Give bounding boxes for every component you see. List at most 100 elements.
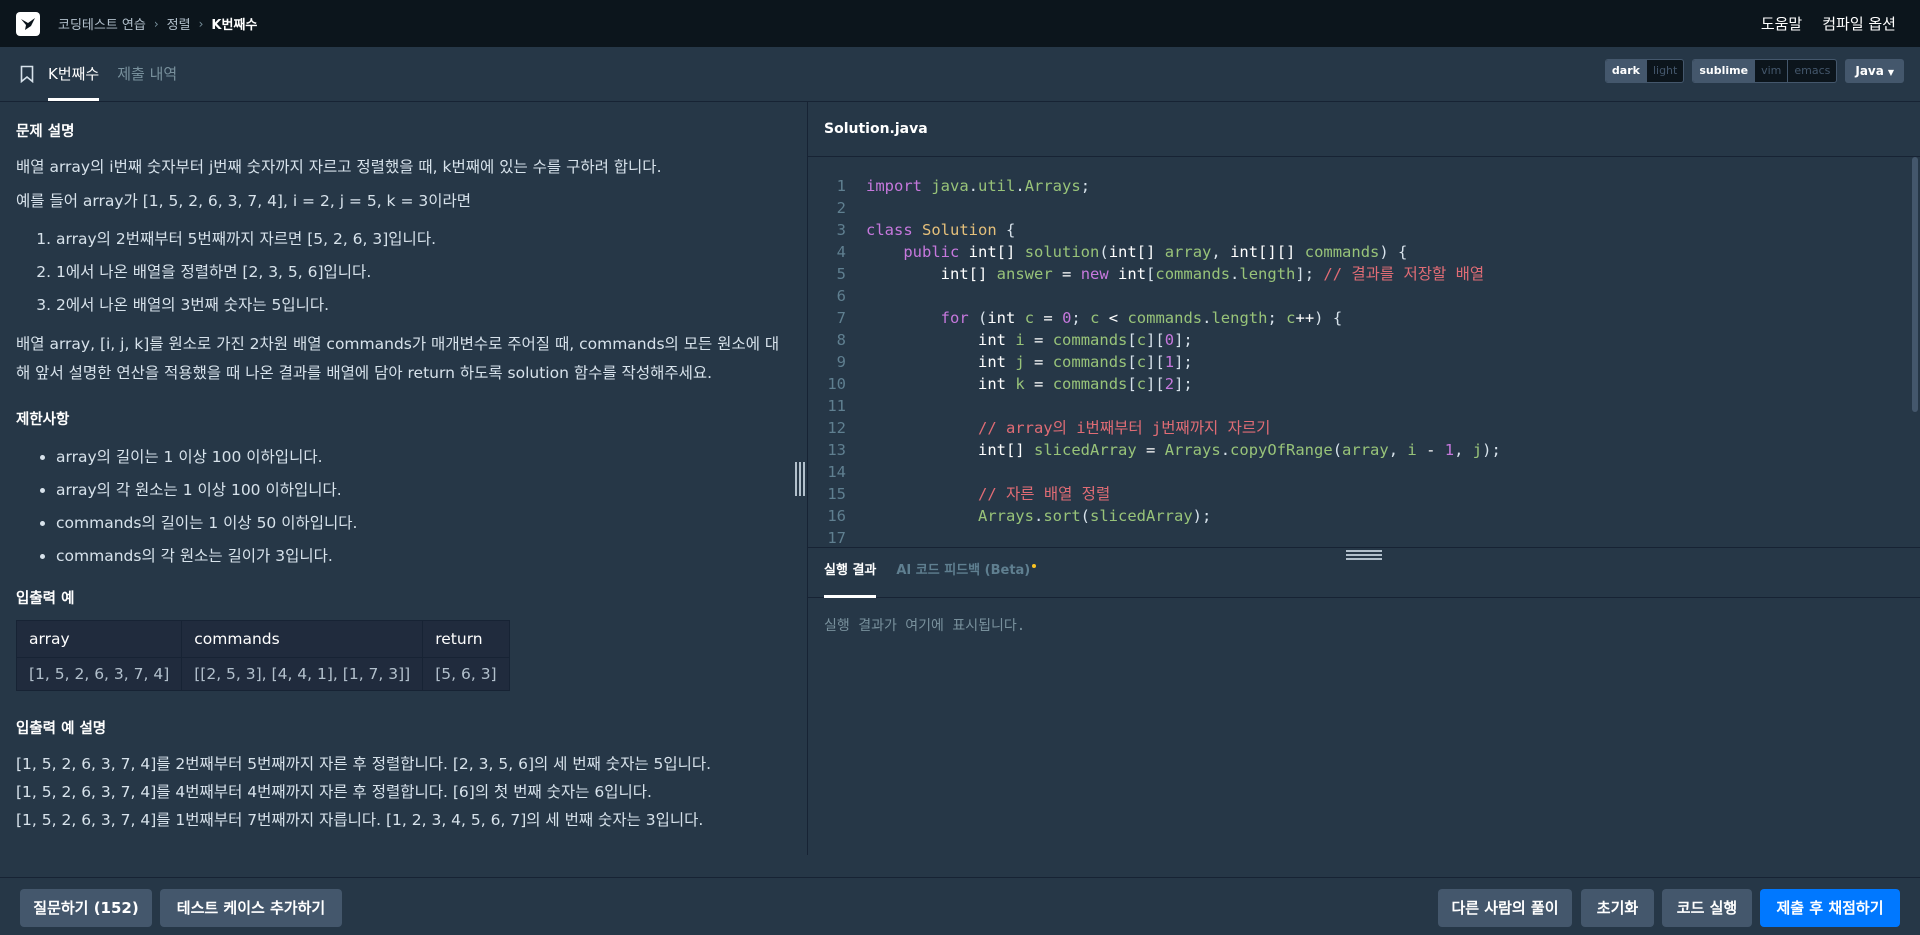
code-line-13: int[] slicedArray = Arrays.copyOfRange(a… <box>977 441 1501 459</box>
description-paragraph: 예를 들어 array가 [1, 5, 2, 6, 3, 7, 4], i = … <box>16 192 472 210</box>
list-item: array의 길이는 1 이상 100 이하입니다. <box>56 441 791 474</box>
tab-ai-feedback[interactable]: AI 코드 피드백 (Beta) <box>896 553 1037 598</box>
section-title-description: 문제 설명 <box>16 124 75 140</box>
section-title-limits: 제한사항 <box>16 412 70 428</box>
run-code-button[interactable]: 코드 실행 <box>1662 889 1752 927</box>
line-number: 13 <box>827 441 846 459</box>
line-number: 16 <box>827 507 846 525</box>
io-description-line: [1, 5, 2, 6, 3, 7, 4]를 4번째부터 4번째까지 자른 후 … <box>16 783 652 801</box>
section-title-io: 입출력 예 <box>16 591 75 607</box>
language-select[interactable]: Java ▼ <box>1845 59 1904 83</box>
list-item: 2에서 나온 배열의 3번째 숫자는 5입니다. <box>56 289 791 322</box>
tab-problem[interactable]: K번째수 <box>48 46 100 101</box>
list-item: array의 2번째부터 5번째까지 자르면 [5, 2, 6, 3]입니다. <box>56 223 791 256</box>
tab-ai-feedback-label: AI 코드 피드백 (Beta) <box>896 563 1031 578</box>
programmers-logo-icon[interactable] <box>16 11 40 36</box>
list-item: 1에서 나온 배열을 정렬하면 [2, 3, 5, 6]입니다. <box>56 256 791 289</box>
line-number: 8 <box>836 331 846 349</box>
keymap-sublime-option[interactable]: sublime <box>1693 60 1756 82</box>
table-cell: [5, 6, 3] <box>422 657 510 691</box>
line-number: 4 <box>836 243 846 261</box>
line-number: 14 <box>827 463 846 481</box>
caret-down-icon: ▼ <box>1887 68 1894 77</box>
editor-divider <box>808 547 1920 548</box>
list-item: commands의 길이는 1 이상 50 이하입니다. <box>56 507 791 540</box>
theme-toggle: dark light <box>1604 59 1685 83</box>
line-number: 7 <box>836 309 846 327</box>
line-number: 5 <box>836 265 846 283</box>
io-description-line: [1, 5, 2, 6, 3, 7, 4]를 1번째부터 7번째까지 자릅니다.… <box>16 811 704 829</box>
run-result-output: 실행 결과가 여기에 표시됩니다. <box>824 618 1026 634</box>
list-item: array의 각 원소는 1 이상 100 이하입니다. <box>56 474 791 507</box>
tab-run-result[interactable]: 실행 결과 <box>824 553 877 598</box>
code-line-5: int[] answer = new int[commands.length];… <box>940 265 1485 283</box>
table-header: array <box>15 620 183 658</box>
table-cell: [[2, 5, 3], [4, 4, 1], [1, 7, 3]] <box>181 657 424 691</box>
code-line-16: Arrays.sort(slicedArray); <box>977 507 1212 525</box>
table-header: return <box>422 620 510 658</box>
description-paragraph: 배열 array의 i번째 숫자부터 j번째 숫자까지 자르고 정렬했을 때, … <box>16 158 662 176</box>
line-number: 10 <box>827 375 846 393</box>
code-line-3: class Solution { <box>866 221 1016 239</box>
line-number: 3 <box>836 221 846 239</box>
list-item: commands의 각 원소는 길이가 3입니다. <box>56 540 791 573</box>
io-description-line: [1, 5, 2, 6, 3, 7, 4]를 2번째부터 5번째까지 자른 후 … <box>16 755 712 773</box>
description-line: 배열 array, [i, j, k]를 원소로 가진 2차원 배열 comma… <box>16 335 780 353</box>
bookmark-icon[interactable] <box>20 65 34 83</box>
help-link[interactable]: 도움말 <box>1761 13 1802 34</box>
vertical-resize-handle-icon[interactable] <box>795 462 805 496</box>
line-number: 12 <box>827 419 846 437</box>
table-row: [1, 5, 2, 6, 3, 7, 4] [[2, 5, 3], [4, 4,… <box>15 657 510 691</box>
line-number: 17 <box>827 529 846 547</box>
code-editor[interactable]: 1 import java.util.Arrays; 2 3 class Solut… <box>808 157 1920 547</box>
code-line-4: public int[] solution(int[] array, int[]… <box>903 243 1408 261</box>
line-number: 15 <box>827 485 846 503</box>
theme-light-option[interactable]: light <box>1647 60 1683 82</box>
action-bar: 질문하기 (152) 테스트 케이스 추가하기 다른 사람의 풀이 초기화 코드… <box>0 877 1920 935</box>
breadcrumb-item-coding-test[interactable]: 코딩테스트 연습 <box>58 14 146 33</box>
theme-dark-option[interactable]: dark <box>1605 60 1647 82</box>
line-number: 1 <box>836 177 846 195</box>
code-line-7: for (int c = 0; c < commands.length; c++… <box>940 309 1343 327</box>
line-number: 9 <box>836 353 846 371</box>
code-line-15: // 자른 배열 정렬 <box>977 485 1111 503</box>
breadcrumb-item-sort[interactable]: 정렬 <box>167 14 191 33</box>
add-test-case-button[interactable]: 테스트 케이스 추가하기 <box>160 889 342 927</box>
code-line-9: int j = commands[c][1]; <box>977 353 1193 371</box>
result-tabbar: 실행 결과 AI 코드 피드백 (Beta) <box>808 553 1920 598</box>
question-button[interactable]: 질문하기 (152) <box>20 889 152 927</box>
reset-button[interactable]: 초기화 <box>1581 889 1654 927</box>
keymap-toggle: sublime vim emacs <box>1692 59 1838 83</box>
table-header: commands <box>181 620 424 658</box>
tab-submissions[interactable]: 제출 내역 <box>117 46 177 101</box>
others-solutions-button[interactable]: 다른 사람의 풀이 <box>1438 889 1572 927</box>
code-line-1: import java.util.Arrays; <box>866 177 1091 195</box>
top-navbar: 코딩테스트 연습 › 정렬 › K번째수 도움말 컴파일 옵션 <box>0 0 1920 47</box>
code-line-12: // array의 i번째부터 j번째까지 자르기 <box>977 419 1271 437</box>
problem-tabbar: K번째수 제출 내역 dark light sublime vim emacs … <box>0 47 1920 102</box>
problem-description: 문제 설명 배열 array의 i번째 숫자부터 j번째 숫자까지 자르고 정렬… <box>0 102 807 877</box>
description-paragraph: 배열 array, [i, j, k]를 원소로 가진 2차원 배열 comma… <box>16 330 791 388</box>
table-cell: [1, 5, 2, 6, 3, 7, 4] <box>15 657 183 691</box>
new-badge-dot-icon <box>1032 564 1037 568</box>
breadcrumb-current: K번째수 <box>211 18 258 33</box>
editor-scrollbar[interactable] <box>1912 157 1918 412</box>
submit-button[interactable]: 제출 후 채점하기 <box>1760 889 1900 927</box>
breadcrumb: 코딩테스트 연습 › 정렬 › K번째수 <box>58 14 258 34</box>
line-number: 2 <box>836 199 846 217</box>
io-description: [1, 5, 2, 6, 3, 7, 4]를 2번째부터 5번째까지 자른 후 … <box>16 750 791 834</box>
steps-list: array의 2번째부터 5번째까지 자르면 [5, 2, 6, 3]입니다. … <box>56 223 791 322</box>
chevron-right-icon: › <box>198 16 204 31</box>
line-number: 6 <box>836 287 846 305</box>
keymap-emacs-option[interactable]: emacs <box>1788 60 1836 82</box>
code-line-10: int k = commands[c][2]; <box>977 375 1193 393</box>
line-number: 11 <box>827 397 846 415</box>
code-line-8: int i = commands[c][0]; <box>977 331 1193 349</box>
compile-options-link[interactable]: 컴파일 옵션 <box>1822 13 1896 34</box>
keymap-vim-option[interactable]: vim <box>1755 60 1789 82</box>
chevron-right-icon: › <box>153 16 159 31</box>
description-line: 해 앞서 설명한 연산을 적용했을 때 나온 결과를 배열에 담아 return… <box>16 364 713 382</box>
limits-list: array의 길이는 1 이상 100 이하입니다. array의 각 원소는 … <box>56 441 791 573</box>
io-example-table: array commands return [1, 5, 2, 6, 3, 7,… <box>15 620 510 691</box>
section-title-io-desc: 입출력 예 설명 <box>16 721 107 737</box>
